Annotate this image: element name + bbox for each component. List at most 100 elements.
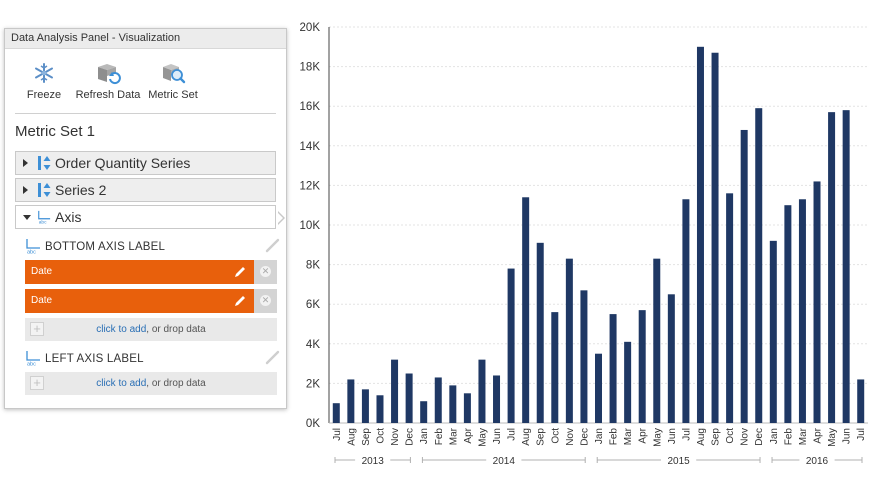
x-tick-label: Dec <box>405 428 416 446</box>
bar <box>332 403 340 423</box>
x-tick-label: Nov <box>390 428 401 446</box>
metric-set-button[interactable]: Metric Set <box>145 61 201 101</box>
axis-icon: abc <box>38 210 51 225</box>
date-field-chip[interactable]: Date ✕ <box>25 260 277 284</box>
year-label: 2013 <box>362 456 385 467</box>
bar <box>740 129 748 423</box>
x-tick-label: Mar <box>448 427 459 445</box>
x-tick-label: Jul <box>332 428 343 441</box>
bar <box>828 112 836 423</box>
x-tick-label: Oct <box>725 428 736 444</box>
metric-set-label: Metric Set <box>148 89 198 101</box>
x-tick-label: Aug <box>696 428 707 446</box>
bar <box>405 373 413 423</box>
svg-text:abc: abc <box>27 362 36 367</box>
svg-text:abc: abc <box>27 250 36 255</box>
x-tick-label: Dec <box>579 428 590 446</box>
bottom-axis-drop-zone[interactable]: + click to add, or drop data <box>25 318 277 341</box>
refresh-data-icon <box>98 64 121 85</box>
x-tick-label: May <box>477 428 488 447</box>
snowflake-icon <box>35 63 53 83</box>
x-tick-label: Jul <box>856 428 867 441</box>
x-tick-label: Apr <box>463 427 474 443</box>
y-tick-label: 8K <box>306 260 320 272</box>
y-tick-label: 4K <box>306 339 320 351</box>
x-tick-label: Jun <box>667 428 678 444</box>
click-to-add-link[interactable]: click to add <box>96 324 146 335</box>
x-tick-label: May <box>827 428 838 447</box>
drop-hint: , or drop data <box>146 324 206 335</box>
expand-arrow-icon <box>23 186 28 194</box>
freeze-label: Freeze <box>26 89 62 101</box>
bar <box>755 108 763 424</box>
bar <box>434 377 442 423</box>
pencil-icon[interactable] <box>232 264 248 280</box>
x-tick-label: Feb <box>434 428 445 446</box>
bar <box>478 359 486 423</box>
series-row-axis[interactable]: abc Axis <box>15 205 276 229</box>
year-label: 2014 <box>493 456 516 467</box>
bottom-axis-label-text: BOTTOM AXIS LABEL <box>45 241 166 253</box>
left-axis-label-heading: abc LEFT AXIS LABEL <box>25 349 280 367</box>
pencil-icon[interactable] <box>264 237 280 253</box>
bar <box>463 393 471 423</box>
pencil-icon[interactable] <box>264 349 280 365</box>
bar <box>565 258 573 423</box>
x-tick-label: May <box>652 428 663 447</box>
x-tick-label: Oct <box>550 428 561 444</box>
bar <box>813 181 821 423</box>
series-label: Series 2 <box>55 182 107 198</box>
close-icon: ✕ <box>260 266 271 277</box>
axis-icon: abc <box>26 351 40 367</box>
remove-button[interactable]: ✕ <box>254 260 277 284</box>
collapse-arrow-icon <box>23 215 31 220</box>
close-icon: ✕ <box>260 295 271 306</box>
x-tick-label: Sep <box>361 428 372 446</box>
refresh-data-button[interactable]: Refresh Data <box>73 61 143 101</box>
bar <box>449 385 457 423</box>
x-tick-label: Apr <box>638 427 649 443</box>
bar <box>609 314 617 423</box>
bar <box>624 341 632 423</box>
bar <box>784 205 792 423</box>
bar <box>391 359 399 423</box>
bar <box>595 353 602 423</box>
x-tick-label: Mar <box>623 427 634 445</box>
drop-hint: , or drop data <box>146 378 206 389</box>
freeze-button[interactable]: Freeze <box>21 61 67 101</box>
panel-title: Data Analysis Panel - Visualization <box>5 29 286 49</box>
bar <box>638 310 646 423</box>
y-tick-label: 2K <box>306 378 320 390</box>
series-row-series-2[interactable]: Series 2 <box>15 178 276 202</box>
y-tick-label: 20K <box>300 22 321 34</box>
pencil-icon[interactable] <box>232 293 248 309</box>
click-to-add-link[interactable]: click to add <box>96 378 146 389</box>
series-row-order-quantity[interactable]: Order Quantity Series <box>15 151 276 175</box>
date-field-chip[interactable]: Date ✕ <box>25 289 277 313</box>
bar <box>376 395 384 423</box>
series-label: Axis <box>55 209 82 225</box>
x-tick-label: Oct <box>375 428 386 444</box>
svg-text:abc: abc <box>39 220 47 225</box>
bar <box>493 375 501 423</box>
panel-pointer-inner <box>277 212 283 224</box>
remove-button[interactable]: ✕ <box>254 289 277 313</box>
x-tick-label: Jun <box>492 428 503 444</box>
left-axis-drop-zone[interactable]: + click to add, or drop data <box>25 372 277 395</box>
y-tick-label: 0K <box>306 418 320 430</box>
y-tick-label: 14K <box>300 141 321 153</box>
x-tick-label: Aug <box>346 428 357 446</box>
series-label: Order Quantity Series <box>55 155 191 171</box>
x-tick-label: Jan <box>594 428 605 444</box>
bar <box>857 379 865 423</box>
x-tick-label: Sep <box>536 428 547 446</box>
x-tick-label: Feb <box>609 428 620 446</box>
bar <box>667 294 675 423</box>
year-label: 2015 <box>667 456 690 467</box>
x-tick-label: Aug <box>521 428 532 446</box>
bar <box>347 379 355 423</box>
y-tick-label: 6K <box>306 299 320 311</box>
bar <box>696 46 704 424</box>
plus-icon: + <box>30 376 44 390</box>
x-tick-label: Mar <box>798 427 809 445</box>
